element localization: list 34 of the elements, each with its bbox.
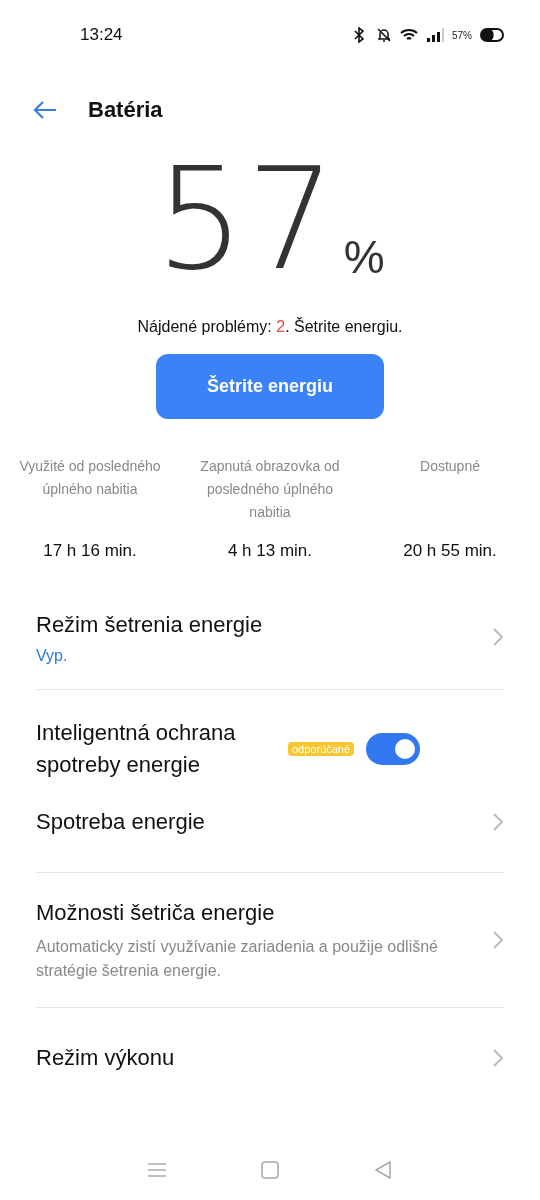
signal-icon (426, 28, 444, 42)
setting-title[interactable]: Režim šetrenia energie (36, 609, 480, 641)
back-triangle-icon[interactable] (373, 1160, 394, 1180)
stat-value: 4 h 13 min. (227, 541, 313, 561)
page-title: Batéria (88, 97, 163, 123)
battery-icon (480, 28, 504, 42)
percent-sign: % (343, 230, 385, 284)
chevron-right-icon (492, 812, 504, 832)
back-arrow-icon[interactable] (32, 100, 58, 120)
bell-off-icon (376, 27, 392, 43)
chevron-right-icon (492, 1048, 504, 1068)
chevron-right-icon (492, 627, 504, 647)
battery-percent: 57% (452, 29, 472, 41)
wifi-icon (400, 28, 418, 42)
stat-label: Dostupné (420, 457, 480, 476)
battery-percentage: 57 (155, 150, 338, 290)
toggle-switch[interactable] (366, 733, 421, 765)
stat-label: Zapnutá obrazovka od posledného úplného nabitia (199, 457, 341, 522)
chevron-right-icon (492, 930, 504, 950)
home-square-icon[interactable] (260, 1160, 280, 1180)
setting-title: Inteligentná ochrana spotreby energie (36, 719, 237, 779)
setting-title[interactable]: Možnosti šetriča energie (36, 897, 480, 929)
stat-value: 17 h 16 min. (43, 541, 137, 561)
stat-label: Využité od posledného úplného nabitia (18, 457, 162, 499)
menu-icon[interactable] (146, 1162, 167, 1178)
status-time: 13:24 (80, 25, 123, 45)
setting-title[interactable]: Spotreba energie (36, 806, 480, 838)
setting-value: Vyp. (36, 647, 69, 665)
stat-value: 20 h 55 min. (403, 541, 497, 561)
setting-title[interactable]: Režim výkonu (36, 1042, 480, 1074)
setting-description: Automaticky zistí využívanie zariadenia a použije odlišné stratégie šetrenia energie. (36, 937, 439, 981)
problems-text: Nájdené problémy: 2. Šetrite energiu. (136, 318, 404, 336)
recommended-badge: odporúčané (288, 742, 355, 756)
save-energy-button[interactable]: Šetrite energiu (156, 354, 384, 419)
